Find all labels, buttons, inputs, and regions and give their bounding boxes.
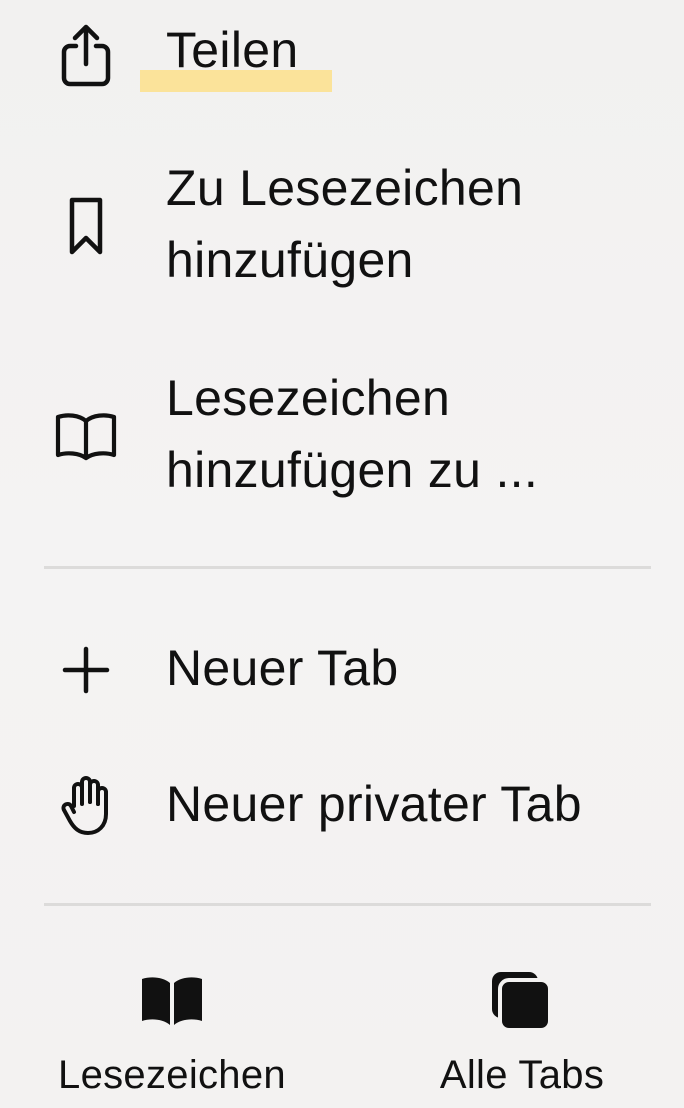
share-icon — [52, 22, 120, 90]
tabs-stack-icon — [482, 967, 562, 1037]
bookmark-icon — [52, 192, 120, 260]
menu-item-label: Neuer Tab — [166, 640, 399, 696]
menu-item-label: Zu Lesezeichen hinzufügen — [166, 160, 524, 288]
plus-icon — [52, 636, 120, 704]
book-icon — [52, 402, 120, 470]
menu-item-label: Neuer privater Tab — [166, 776, 582, 832]
hand-icon — [52, 772, 120, 840]
bookmarks-label: Lesezeichen — [58, 1053, 286, 1097]
menu-item-new-private-tab[interactable]: Neuer privater Tab — [0, 768, 684, 844]
menu-item-share[interactable]: Teilen — [0, 14, 684, 92]
menu-divider — [44, 566, 651, 569]
menu-divider — [44, 903, 651, 906]
menu-item-add-bookmark-to[interactable]: Lesezeichen hinzufügen zu ... — [0, 362, 684, 510]
menu-item-label: Lesezeichen hinzufügen zu ... — [166, 370, 539, 498]
all-tabs-label: Alle Tabs — [439, 1053, 605, 1097]
all-tabs-button[interactable]: Alle Tabs — [372, 955, 672, 1105]
book-filled-icon — [132, 967, 212, 1037]
context-menu: Teilen Zu Lesezeichen hinzufügen Lesezei… — [0, 0, 684, 1108]
bookmarks-button[interactable]: Lesezeichen — [22, 955, 322, 1105]
menu-item-new-tab[interactable]: Neuer Tab — [0, 632, 684, 708]
menu-item-label: Teilen — [166, 22, 299, 78]
menu-item-add-bookmark[interactable]: Zu Lesezeichen hinzufügen — [0, 152, 684, 300]
